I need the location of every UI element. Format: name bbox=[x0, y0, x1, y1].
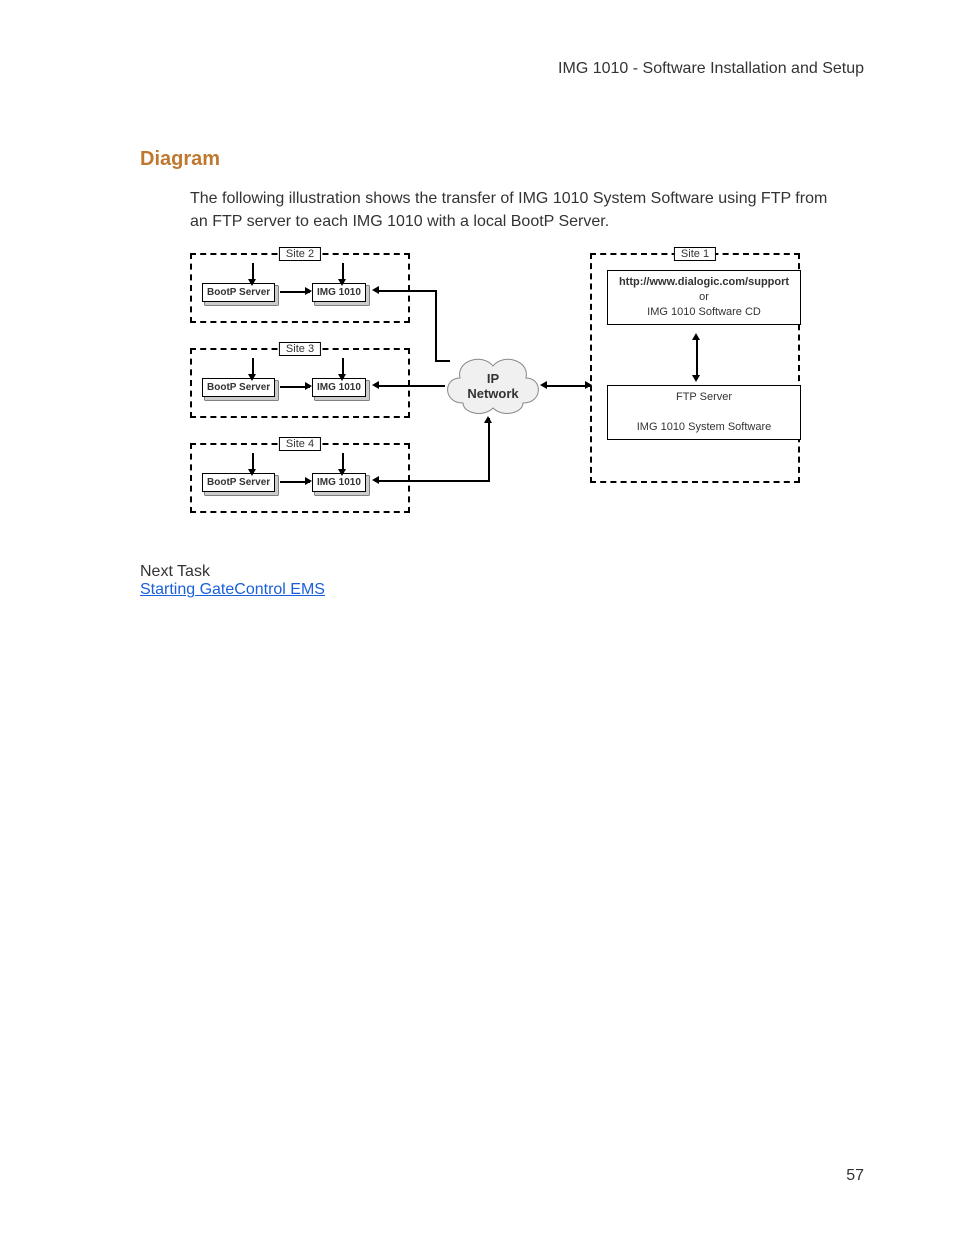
page-number: 57 bbox=[846, 1167, 864, 1185]
ip-network-cloud: IP Network bbox=[438, 348, 548, 423]
intro-paragraph: The following illustration shows the tra… bbox=[190, 187, 844, 233]
next-task-label: Next Task bbox=[140, 563, 864, 581]
site2-label: Site 2 bbox=[279, 247, 321, 261]
ftp-server-box: FTP Server IMG 1010 System Software bbox=[607, 385, 801, 440]
site2-bootp-box: BootP Server bbox=[202, 283, 275, 302]
software-source-box: http://www.dialogic.com/support or IMG 1… bbox=[607, 270, 801, 325]
running-head: IMG 1010 - Software Installation and Set… bbox=[90, 60, 864, 78]
cloud-text-2: Network bbox=[467, 386, 518, 401]
site3-label: Site 3 bbox=[279, 342, 321, 356]
site1-label: Site 1 bbox=[674, 247, 716, 261]
site4-label: Site 4 bbox=[279, 437, 321, 451]
site3-bootp-box: BootP Server bbox=[202, 378, 275, 397]
section-title: Diagram bbox=[140, 148, 864, 171]
diagram-illustration: Site 2 BootP Server IMG 1010 Site 3 Boot… bbox=[190, 253, 864, 523]
next-task-link[interactable]: Starting GateControl EMS bbox=[140, 581, 325, 598]
site4-bootp-box: BootP Server bbox=[202, 473, 275, 492]
cloud-text-1: IP bbox=[487, 371, 499, 386]
page: IMG 1010 - Software Installation and Set… bbox=[0, 0, 954, 1235]
